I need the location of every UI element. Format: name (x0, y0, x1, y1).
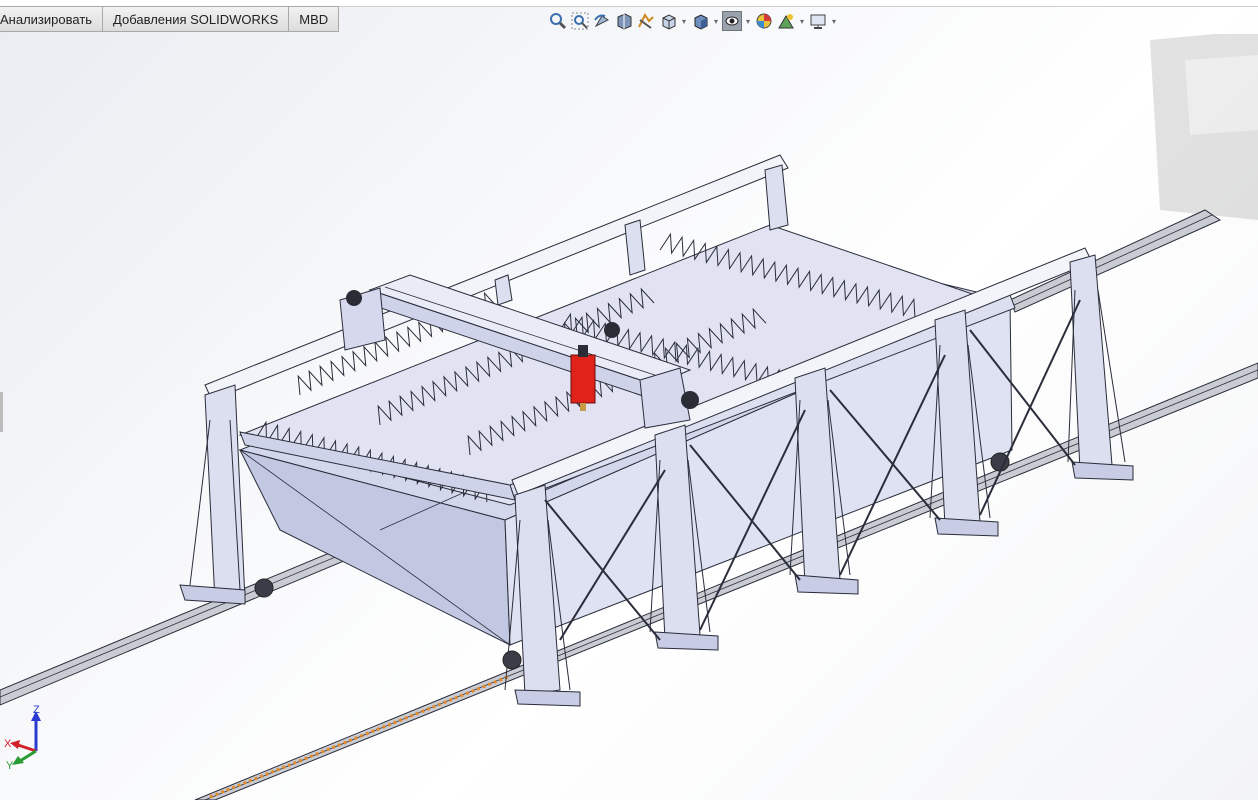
hopper-wheels (258, 583, 272, 597)
rail-left (0, 531, 383, 706)
triad-x-arrow (10, 740, 20, 749)
heads-up-view-toolbar: ▾ ▾ ▾ ▾ ▾ (548, 8, 838, 34)
zoom-to-fit-icon[interactable] (548, 11, 568, 31)
view-settings-dropdown-icon[interactable]: ▾ (830, 17, 838, 26)
triad-y-label: Y (6, 760, 14, 772)
display-style-icon[interactable] (690, 11, 710, 31)
tab-mbd[interactable]: MBD (289, 6, 340, 32)
apply-scene-dropdown-icon[interactable]: ▾ (798, 17, 806, 26)
apply-scene-icon[interactable] (776, 11, 796, 31)
tab-analyze[interactable]: Анализировать (0, 6, 104, 32)
zoom-to-area-icon[interactable] (570, 11, 590, 31)
rail-right-far (1009, 209, 1222, 313)
display-style-dropdown-icon[interactable]: ▾ (712, 17, 720, 26)
command-manager-tabs: Анализировать Добавления SOLIDWORKS MBD (0, 6, 340, 33)
section-view-icon[interactable] (614, 11, 634, 31)
torch-carriage (570, 345, 596, 411)
hide-show-items-icon[interactable] (722, 11, 742, 31)
view-settings-icon[interactable] (808, 11, 828, 31)
edit-appearance-icon[interactable] (754, 11, 774, 31)
triad-z-label: Z (33, 704, 40, 716)
legs-left-end (179, 384, 274, 605)
coordinate-triad: Z X Y (4, 704, 41, 772)
tab-solidworks-addins[interactable]: Добавления SOLIDWORKS (103, 6, 290, 32)
triad-x-label: X (4, 738, 12, 750)
view-orientation-dropdown-icon[interactable]: ▾ (680, 17, 688, 26)
model-viewport[interactable] (0, 34, 1258, 800)
background-ghost-shape (1150, 34, 1258, 220)
view-orientation-icon[interactable] (658, 11, 678, 31)
previous-view-icon[interactable] (592, 11, 612, 31)
triad-y-axis (19, 749, 37, 763)
dynamic-annotation-icon[interactable] (636, 11, 656, 31)
hide-show-dropdown-icon[interactable]: ▾ (744, 17, 752, 26)
triad-x-axis (17, 743, 37, 753)
